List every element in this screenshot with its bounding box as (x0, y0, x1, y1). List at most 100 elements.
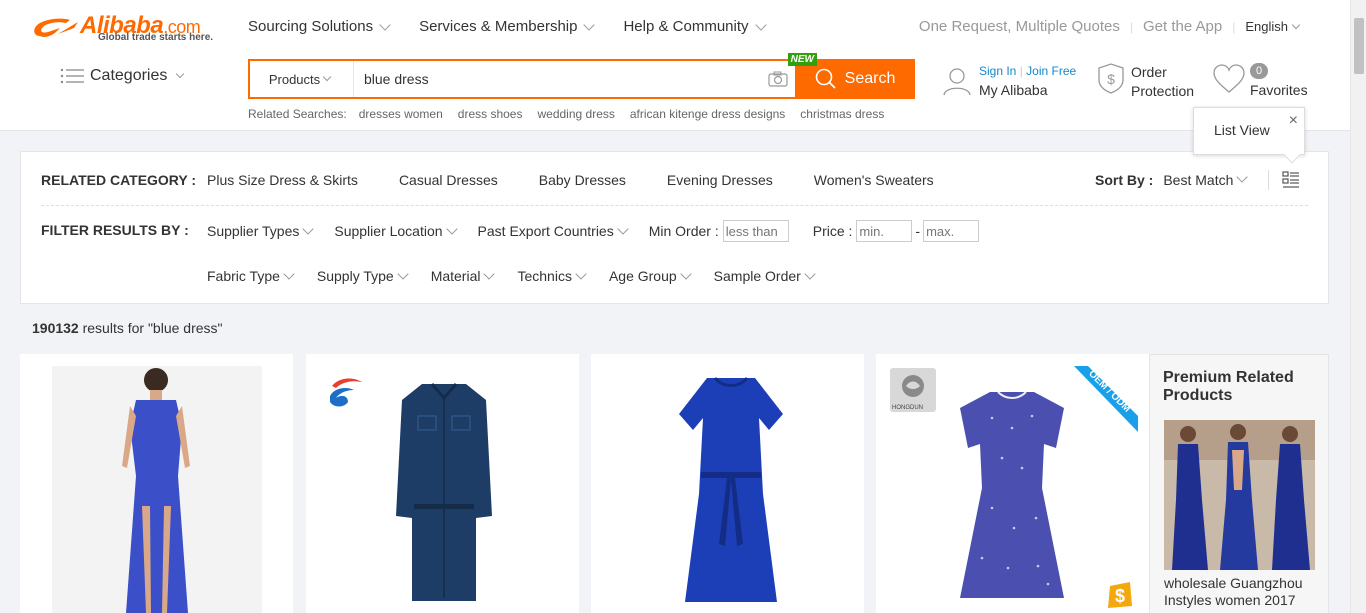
product-image (679, 376, 783, 602)
heart-icon (1213, 64, 1245, 93)
related-category-link[interactable]: Evening Dresses (667, 172, 773, 188)
filter-fabric-type[interactable]: Fabric Type (207, 268, 297, 284)
nav-sourcing-solutions[interactable]: Sourcing Solutions (248, 18, 393, 35)
product-image (52, 366, 262, 613)
filter-sample-order[interactable]: Sample Order (714, 268, 818, 284)
chevron-down-icon (379, 18, 391, 31)
logo-tagline: Global trade starts here. (98, 32, 214, 43)
search-type-dropdown[interactable]: Products (250, 61, 354, 97)
tooltip-text: List View (1214, 122, 1270, 138)
search-bar: Products Search NEW (248, 53, 915, 99)
min-order-label: Min Order : (648, 223, 719, 239)
product-card[interactable]: HONGDUN OEM / ODM $ (876, 354, 1149, 613)
sign-in-link[interactable]: Sign In (979, 64, 1016, 78)
chevron-down-icon (176, 69, 185, 79)
filter-row: Fabric Type Supply Type Material Technic… (207, 268, 818, 284)
related-search-link[interactable]: wedding dress (537, 107, 614, 121)
related-category-link[interactable]: Plus Size Dress & Skirts (207, 172, 358, 188)
alibaba-logo[interactable]: Alibaba.com Global trade starts here. (30, 12, 230, 46)
nav-services-membership[interactable]: Services & Membership (419, 18, 597, 35)
sort-dropdown[interactable]: Best Match (1163, 171, 1250, 188)
premium-title: Premium Related Products (1163, 369, 1294, 404)
related-search-link[interactable]: african kitenge dress designs (630, 107, 785, 121)
search-icon (815, 68, 836, 89)
chevron-down-icon (754, 18, 767, 31)
related-category-link[interactable]: Baby Dresses (539, 172, 626, 188)
min-order-input[interactable] (722, 220, 789, 242)
favorites-label: Favorites (1250, 82, 1308, 98)
chevron-down-icon (575, 268, 587, 280)
related-category-link[interactable]: Casual Dresses (399, 172, 498, 188)
chevron-down-icon (804, 268, 816, 280)
product-card[interactable] (20, 354, 293, 613)
chevron-down-icon (483, 268, 496, 280)
page-scrollbar[interactable] (1350, 0, 1366, 613)
close-icon[interactable]: × (1289, 112, 1298, 130)
camera-icon[interactable] (768, 71, 788, 87)
scrollbar-thumb[interactable] (1354, 18, 1364, 74)
filter-age-group[interactable]: Age Group (609, 268, 694, 284)
chevron-down-icon (283, 268, 295, 280)
top-navigation: Sourcing Solutions Services & Membership… (248, 18, 769, 35)
list-view-tooltip: List View × (1193, 107, 1305, 164)
price-max-input[interactable] (923, 220, 980, 242)
premium-product-image[interactable] (1164, 420, 1315, 570)
filter-panel: RELATED CATEGORY : Plus Size Dress & Ski… (20, 151, 1329, 304)
my-alibaba-label: My Alibaba (979, 82, 1048, 98)
product-card[interactable] (306, 354, 579, 613)
gold-supplier-icon: $ (1108, 582, 1132, 608)
results-count: 190132 results for "blue dress" (32, 320, 223, 336)
product-image (396, 383, 492, 601)
filter-past-export-countries[interactable]: Past Export Countries (478, 223, 631, 239)
related-search-link[interactable]: dress shoes (458, 107, 523, 121)
related-categories: Plus Size Dress & Skirts Casual Dresses … (207, 172, 934, 188)
product-image (960, 391, 1064, 598)
related-search-link[interactable]: christmas dress (800, 107, 884, 121)
filter-technics[interactable]: Technics (517, 268, 588, 284)
filter-supply-type[interactable]: Supply Type (317, 268, 411, 284)
sort-by-label: Sort By : (1095, 172, 1154, 188)
filter-material[interactable]: Material (431, 268, 498, 284)
related-category-link[interactable]: Women's Sweaters (814, 172, 934, 188)
premium-related-products: Premium Related Products wholesale Guang… (1149, 354, 1329, 613)
chevron-down-icon (1236, 171, 1249, 183)
filter-results-label: FILTER RESULTS BY : (41, 222, 189, 238)
svg-text:$: $ (1107, 71, 1115, 87)
new-badge: NEW (787, 53, 817, 66)
related-search-link[interactable]: dresses women (359, 107, 443, 121)
brand-name: HONGDUN (892, 405, 923, 411)
favorites-count-badge: 0 (1250, 63, 1268, 79)
user-icon (943, 68, 971, 96)
premium-product-description[interactable]: wholesale Guangzhou Instyles women 2017 (1164, 575, 1324, 609)
site-header: Alibaba.com Global trade starts here. So… (0, 0, 1350, 131)
link-get-app[interactable]: Get the App (1143, 18, 1222, 35)
price-min-input[interactable] (856, 220, 913, 242)
filter-supplier-location[interactable]: Supplier Location (334, 223, 459, 239)
filter-supplier-types[interactable]: Supplier Types (207, 223, 316, 239)
chevron-down-icon (583, 18, 596, 31)
top-links: One Request, Multiple Quotes | Get the A… (919, 18, 1303, 35)
svg-text:$: $ (1115, 586, 1125, 606)
chevron-down-icon (617, 223, 629, 235)
related-searches: Related Searches: dresses women dress sh… (248, 107, 884, 121)
list-view-icon[interactable] (1282, 171, 1300, 189)
search-input[interactable] (364, 68, 744, 90)
link-request-quotes[interactable]: One Request, Multiple Quotes (919, 18, 1120, 35)
chevron-down-icon (445, 223, 458, 235)
price-label: Price : (812, 223, 853, 239)
chevron-down-icon (1291, 20, 1301, 29)
nav-help-community[interactable]: Help & Community (623, 18, 768, 35)
chevron-down-icon (397, 268, 409, 280)
language-selector[interactable]: English (1245, 19, 1303, 34)
my-alibaba[interactable]: Sign In | Join Free My Alibaba (942, 64, 1082, 100)
product-card[interactable] (591, 354, 864, 613)
brand-logo-icon (330, 378, 362, 407)
chevron-down-icon (302, 223, 315, 235)
related-searches-label: Related Searches: (248, 107, 347, 121)
list-menu-icon (60, 68, 84, 84)
logo-mark-icon (34, 18, 78, 37)
categories-menu[interactable]: Categories (60, 67, 187, 85)
chevron-down-icon (322, 72, 332, 82)
join-free-link[interactable]: Join Free (1026, 64, 1076, 78)
sort-by: Sort By : Best Match (1095, 171, 1250, 188)
